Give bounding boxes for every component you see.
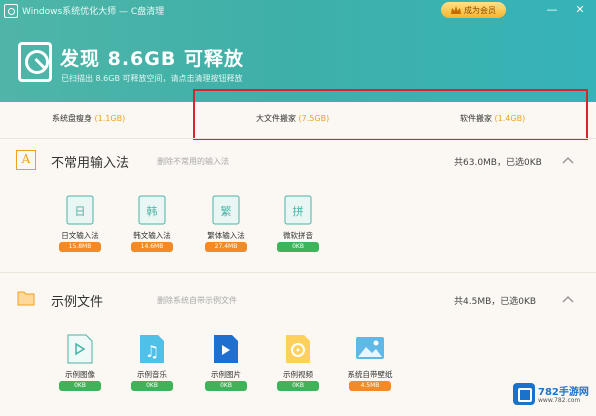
title-bar: Windows系统优化大师 — C盘清理 成为会员 — ✕ — [0, 0, 596, 22]
vip-label: 成为会员 — [464, 5, 496, 15]
disk-clean-icon — [18, 42, 52, 82]
list-item[interactable]: 韩 韩文输入法 14.6MB — [122, 194, 182, 264]
item-label: 韩文输入法 — [133, 231, 171, 240]
keyboard-file-icon: 韩 — [138, 195, 166, 225]
tab-size: (7.5GB) — [298, 114, 330, 123]
item-label: 示例视频 — [283, 370, 313, 379]
svg-text:繁: 繁 — [221, 204, 232, 218]
size-badge: 0KB — [277, 242, 319, 252]
size-badge: 14.6MB — [131, 242, 173, 252]
list-item[interactable]: 系统自带壁纸 4.5MB — [340, 333, 400, 403]
item-label: 繁体输入法 — [207, 231, 245, 240]
size-badge: 27.4MB — [205, 242, 247, 252]
divider — [0, 272, 596, 273]
input-method-icon: A — [16, 150, 36, 170]
item-label: 示例图像 — [65, 370, 95, 379]
list-item[interactable]: 繁 繁体输入法 27.4MB — [196, 194, 256, 264]
keyboard-file-icon: 日 — [66, 195, 94, 225]
folder-icon — [17, 291, 35, 306]
list-item[interactable]: ♫ 示例音乐 0KB — [122, 333, 182, 403]
item-label: 微软拼音 — [283, 231, 313, 240]
section-title: 示例文件 — [51, 295, 104, 310]
keyboard-file-icon: 拼 — [284, 195, 312, 225]
section-desc: 删除不常用的输入法 — [157, 157, 229, 166]
close-icon[interactable]: ✕ — [574, 4, 586, 16]
watermark-url: www.782.com — [538, 397, 581, 404]
list-item[interactable]: 示例图像 0KB — [50, 333, 110, 403]
video-file-icon — [67, 334, 93, 364]
item-label: 示例图片 — [211, 370, 241, 379]
svg-text:♫: ♫ — [145, 342, 159, 361]
keyboard-file-icon: 繁 — [212, 195, 240, 225]
video-disc-icon — [286, 335, 310, 363]
svg-text:日: 日 — [75, 205, 86, 218]
tab-label: 大文件搬家 — [256, 114, 296, 123]
item-label: 示例音乐 — [137, 370, 167, 379]
divider — [0, 138, 596, 139]
music-file-icon: ♫ — [140, 335, 164, 363]
section-desc: 删除系统自带示例文件 — [157, 296, 237, 305]
size-badge: 0KB — [59, 381, 101, 391]
section-total: 共4.5MB，已选0KB — [454, 297, 537, 307]
chevron-up-icon[interactable] — [562, 294, 574, 304]
page-title: 发现 8.6GB 可释放 — [60, 48, 244, 70]
crown-icon — [451, 5, 461, 14]
tab-label: 系统盘瘦身 — [52, 114, 92, 123]
watermark-logo-icon — [513, 383, 535, 405]
header-banner: Windows系统优化大师 — C盘清理 成为会员 — ✕ 发现 8.6GB 可… — [0, 0, 596, 102]
svg-text:韩: 韩 — [147, 204, 158, 218]
size-badge: 15.8MB — [59, 242, 101, 252]
chevron-up-icon[interactable] — [562, 155, 574, 165]
svg-text:拼: 拼 — [293, 204, 304, 218]
tab-large-files[interactable]: 大文件搬家 (7.5GB) — [256, 102, 329, 136]
size-badge: 0KB — [277, 381, 319, 391]
size-badge: 4.5MB — [349, 381, 391, 391]
size-badge: 0KB — [131, 381, 173, 391]
app-logo-icon — [4, 4, 18, 18]
wallpaper-icon — [356, 337, 384, 359]
section-total: 共63.0MB，已选0KB — [454, 158, 542, 168]
image-file-icon — [214, 335, 238, 363]
tab-size: (1.4GB) — [494, 114, 526, 123]
tab-system-slim[interactable]: 系统盘瘦身 (1.1GB) — [52, 102, 125, 136]
list-item[interactable]: 示例视频 0KB — [268, 333, 328, 403]
section-title: 不常用输入法 — [51, 156, 130, 171]
minimize-icon[interactable]: — — [546, 4, 558, 16]
list-item[interactable]: 示例图片 0KB — [196, 333, 256, 403]
tab-label: 软件搬家 — [460, 114, 492, 123]
list-item[interactable]: 日 日文输入法 15.8MB — [50, 194, 110, 264]
app-title: Windows系统优化大师 — C盘清理 — [22, 7, 165, 17]
tab-size: (1.1GB) — [94, 114, 126, 123]
size-badge: 0KB — [205, 381, 247, 391]
category-tabs: 系统盘瘦身 (1.1GB) 大文件搬家 (7.5GB) 软件搬家 (1.4GB) — [0, 102, 596, 136]
site-watermark: 782手游网 www.782.com — [513, 377, 593, 413]
list-item[interactable]: 拼 微软拼音 0KB — [268, 194, 328, 264]
page-subtitle: 已扫描出 8.6GB 可释放空间，请点击清理按钮释放 — [61, 74, 243, 83]
tab-software-move[interactable]: 软件搬家 (1.4GB) — [460, 102, 525, 136]
item-label: 系统自带壁纸 — [347, 370, 393, 379]
vip-button[interactable]: 成为会员 — [441, 2, 506, 18]
item-label: 日文输入法 — [61, 231, 99, 240]
watermark-brand: 782手游网 — [538, 387, 589, 398]
